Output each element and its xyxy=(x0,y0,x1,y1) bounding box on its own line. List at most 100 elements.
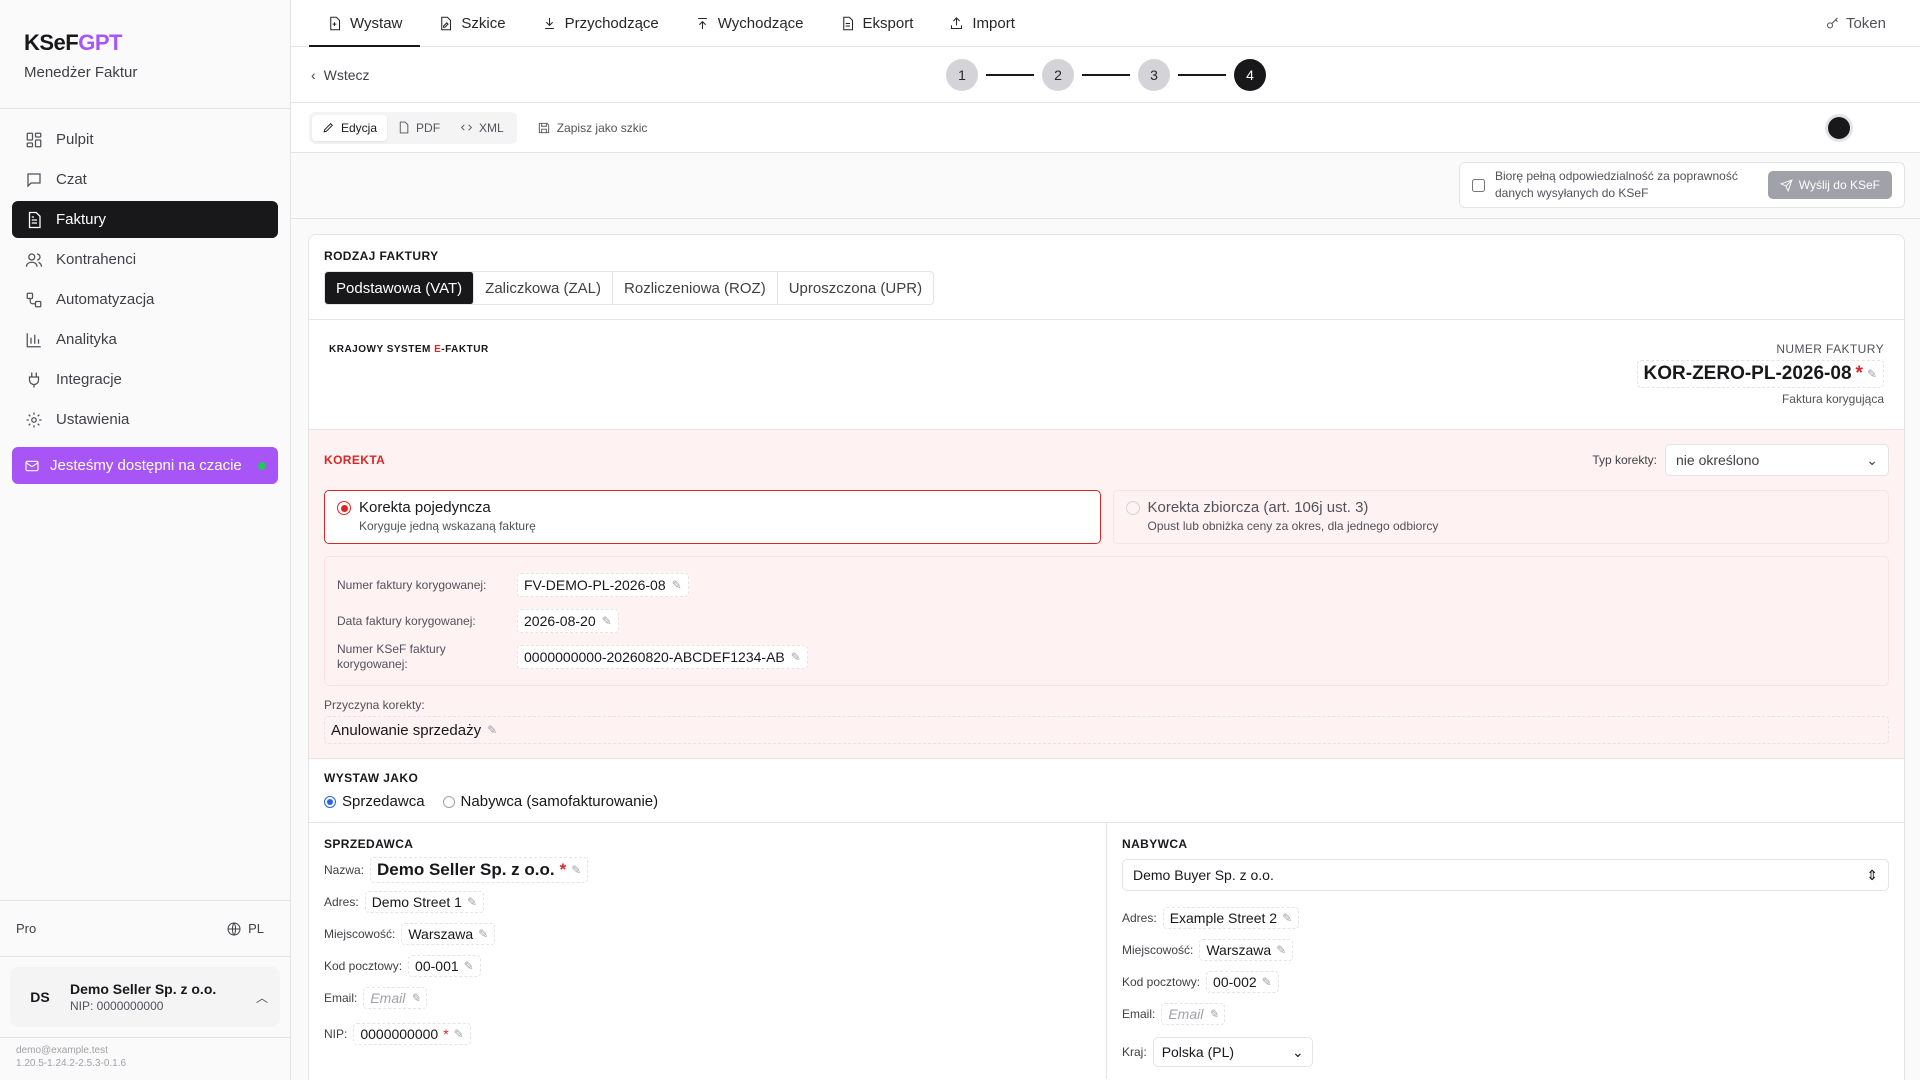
ref-date-field[interactable]: 2026-08-20 ✎ xyxy=(517,609,619,633)
token-button[interactable]: Token xyxy=(1825,0,1886,46)
plan-label: Pro xyxy=(16,921,37,936)
sidebar-item-automatyzacja[interactable]: Automatyzacja xyxy=(12,281,278,318)
sidebar-item-ustawienia[interactable]: Ustawienia xyxy=(12,401,278,438)
seller-city-field[interactable]: Warszawa ✎ xyxy=(401,923,496,945)
chevron-updown-icon: ⇕ xyxy=(1866,866,1878,883)
seller-nip-field[interactable]: 0000000000 * ✎ xyxy=(353,1023,471,1045)
sidebar-item-label: Faktury xyxy=(56,211,107,228)
buyer-email-label: Email: xyxy=(1122,1007,1156,1021)
workflow-icon xyxy=(24,290,44,310)
buyer-email-field[interactable]: Email ✎ xyxy=(1161,1003,1226,1025)
pencil-icon: ✎ xyxy=(790,650,801,664)
file-plus-icon xyxy=(330,16,341,30)
radio-selected xyxy=(324,795,336,808)
step-2[interactable]: 2 xyxy=(1042,59,1074,91)
sidebar-item-faktury[interactable]: Faktury xyxy=(12,201,278,238)
option-title: Korekta pojedyncza xyxy=(359,499,491,516)
users-icon xyxy=(24,250,44,270)
invoice-type-zal[interactable]: Zaliczkowa (ZAL) xyxy=(474,272,614,304)
language-switcher[interactable]: PL xyxy=(226,921,264,937)
invoice-header: KRAJOWY SYSTEM E-FAKTUR NUMER FAKTURY KO… xyxy=(309,320,1904,430)
ref-number-field[interactable]: FV-DEMO-PL-2026-08 ✎ xyxy=(517,573,689,597)
tab-wystaw[interactable]: Wystaw xyxy=(309,0,421,47)
sidebar-item-label: Analityka xyxy=(56,331,117,348)
chat-icon xyxy=(24,170,44,190)
top-tabs: Wystaw Szkice Przychodzące Wychodzące Ek… xyxy=(291,0,1920,47)
invoice-type-vat[interactable]: Podstawowa (VAT) xyxy=(325,272,475,304)
tab-import[interactable]: Import xyxy=(931,0,1033,46)
tab-eksport[interactable]: Eksport xyxy=(822,0,932,46)
xml-mode-label: XML xyxy=(479,120,504,135)
tab-szkice[interactable]: Szkice xyxy=(420,0,523,46)
sidebar-item-analityka[interactable]: Analityka xyxy=(12,321,278,358)
pdf-mode-label: PDF xyxy=(416,120,441,135)
edit-mode-button[interactable]: Edycja xyxy=(312,114,388,141)
account-switcher[interactable]: DS Demo Seller Sp. z o.o. NIP: 000000000… xyxy=(10,967,280,1027)
sidebar-item-kontrahenci[interactable]: Kontrahenci xyxy=(12,241,278,278)
buyer-city-field[interactable]: Warszawa ✎ xyxy=(1199,939,1294,961)
sidebar-item-czat[interactable]: Czat xyxy=(12,161,278,198)
tab-przychodzace[interactable]: Przychodzące xyxy=(524,0,677,46)
correction-type-value: nie określono xyxy=(1676,452,1760,468)
buyer-postal-field[interactable]: 00-002 ✎ xyxy=(1206,971,1279,993)
seller-postal-field[interactable]: 00-001 ✎ xyxy=(408,955,481,977)
seller-address-field[interactable]: Demo Street 1 ✎ xyxy=(364,891,485,913)
pencil-icon: ✎ xyxy=(1866,367,1877,381)
invoice-type-tabs: Podstawowa (VAT) Zaliczkowa (ZAL) Rozlic… xyxy=(324,271,935,305)
chevron-up-icon: ︿ xyxy=(255,990,268,1005)
reason-field[interactable]: Anulowanie sprzedaży ✎ xyxy=(324,716,1889,744)
issue-as-seller-label: Sprzedawca xyxy=(342,793,425,810)
tab-wychodzace[interactable]: Wychodzące xyxy=(677,0,822,46)
dashboard-icon xyxy=(24,130,44,150)
brand-logo[interactable]: KSeFGPT xyxy=(24,30,266,56)
correction-type-select[interactable]: nie określono ⌄ xyxy=(1665,444,1889,476)
chevron-down-icon: ⌄ xyxy=(1291,1043,1304,1060)
option-title: Korekta zbiorcza (art. 106j ust. 3) xyxy=(1147,499,1369,516)
step-1[interactable]: 1 xyxy=(946,59,978,91)
tab-label: Import xyxy=(972,14,1015,32)
correction-option-single[interactable]: Korekta pojedyncza Koryguje jedną wskaza… xyxy=(324,490,1101,544)
plan-row: Pro PL xyxy=(0,900,290,956)
theme-toggle[interactable] xyxy=(1828,117,1850,139)
reason-value: Anulowanie sprzedaży xyxy=(331,721,482,739)
ref-ksef-field[interactable]: 0000000000-20260820-ABCDEF1234-AB ✎ xyxy=(517,645,808,669)
seller-email-field[interactable]: Email ✎ xyxy=(363,987,428,1009)
correction-type: Typ korekty: nie określono ⌄ xyxy=(1592,444,1889,476)
invoice-number-field[interactable]: KOR-ZERO-PL-2026-08 * ✎ xyxy=(1636,360,1884,388)
step-4[interactable]: 4 xyxy=(1234,59,1266,91)
back-button[interactable]: ‹ Wstecz xyxy=(311,67,370,83)
sidebar-item-integracje[interactable]: Integracje xyxy=(12,361,278,398)
pdf-mode-button[interactable]: PDF xyxy=(387,115,450,141)
xml-mode-button[interactable]: XML xyxy=(450,115,514,141)
send-to-ksef-button[interactable]: Wyślij do KSeF xyxy=(1767,171,1892,199)
buyer-select[interactable]: Demo Buyer Sp. z o.o. ⇕ xyxy=(1122,859,1889,891)
pencil-icon: ✎ xyxy=(1282,911,1293,925)
consent-checkbox[interactable] xyxy=(1472,178,1485,192)
invoice-type-roz[interactable]: Rozliczeniowa (ROZ) xyxy=(613,272,778,304)
invoice-type-upr[interactable]: Uproszczona (UPR) xyxy=(778,272,933,304)
seller-title: SPRZEDAWCA xyxy=(324,837,414,851)
buyer-email-placeholder: Email xyxy=(1168,1006,1204,1022)
radio-selected xyxy=(337,501,351,515)
save-draft-button[interactable]: Zapisz jako szkic xyxy=(537,121,647,135)
buyer-address-field[interactable]: Example Street 2 ✎ xyxy=(1162,907,1300,929)
buyer-country-select[interactable]: Polska (PL) ⌄ xyxy=(1152,1037,1313,1067)
pencil-icon: ✎ xyxy=(1208,1007,1219,1021)
chat-available-button[interactable]: Jesteśmy dostępni na czacie xyxy=(12,447,278,484)
issue-as-buyer-radio[interactable]: Nabywca (samofakturowanie) xyxy=(442,793,658,810)
seller-name-field[interactable]: Demo Seller Sp. z o.o. * ✎ xyxy=(370,857,589,883)
required-marker: * xyxy=(1855,363,1863,384)
required-marker: * xyxy=(559,860,567,879)
sidebar-item-pulpit[interactable]: Pulpit xyxy=(12,121,278,158)
sidebar: KSeFGPT Menedżer Faktur Pulpit Czat Fakt… xyxy=(0,0,291,1080)
file-icon xyxy=(399,121,409,134)
correction-option-collective[interactable]: Korekta zbiorcza (art. 106j ust. 3) Opus… xyxy=(1112,490,1889,544)
upload-icon xyxy=(697,17,707,29)
invoice-type-title: RODZAJ FAKTURY xyxy=(324,249,439,263)
issue-as-seller-radio[interactable]: Sprzedawca xyxy=(324,793,425,810)
brand: KSeFGPT Menedżer Faktur xyxy=(0,0,290,108)
footer-version: 1.20.5-1.24.2-2.5.3-0.1.6 xyxy=(16,1058,127,1069)
buyer-postal-label: Kod pocztowy: xyxy=(1122,975,1201,989)
step-3[interactable]: 3 xyxy=(1138,59,1170,91)
code-icon xyxy=(461,124,473,131)
